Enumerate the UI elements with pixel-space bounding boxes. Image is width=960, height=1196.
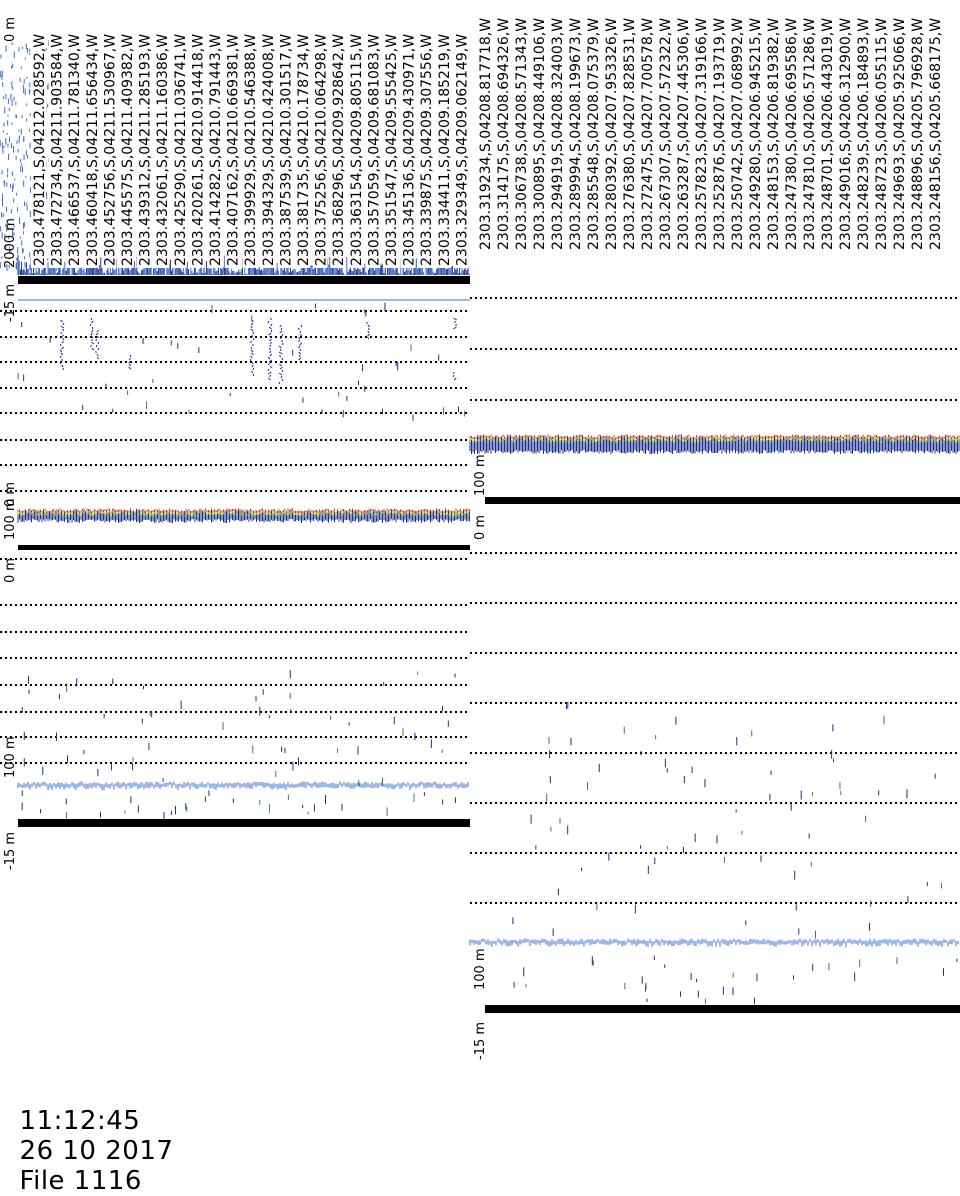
- gps-record: 2303.252876,S,04207.193719,W: [712, 18, 728, 250]
- gps-record: 2303.300895,S,04208.449106,W: [532, 18, 548, 250]
- gps-record: 2303.248239,S,04206.184893,W: [856, 18, 872, 250]
- bottom-trace: [470, 939, 958, 948]
- seabed-echo: [470, 435, 959, 454]
- depth-label: 100 m: [473, 948, 488, 990]
- gps-record: 2303.432061,S,04211.160386,W: [155, 34, 171, 266]
- gps-record: 2303.445575,S,04211.409382,W: [120, 34, 136, 266]
- water-column-targets: [514, 956, 957, 1005]
- depth-label: 100 m: [3, 498, 18, 540]
- depth-label: 0 m: [3, 17, 18, 42]
- depth-label: 0 m: [3, 558, 18, 583]
- depth-label: 2000 m: [3, 218, 18, 268]
- gps-record: 2303.439312,S,04211.285193,W: [138, 34, 154, 266]
- footer-file: File 1116: [20, 1166, 142, 1196]
- water-column-targets: [513, 702, 942, 939]
- depth-label: 100 m: [3, 736, 18, 778]
- gps-record: 2303.399929,S,04210.546388,W: [243, 34, 259, 266]
- gps-record: 2303.375256,S,04210.064298,W: [314, 34, 330, 266]
- gps-record: 2303.414282,S,04210.791443,W: [208, 34, 224, 266]
- gps-record: 2303.276380,S,04207.828531,W: [622, 18, 638, 250]
- gps-record: 2303.267307,S,04207.572322,W: [658, 18, 674, 250]
- gps-record: 2303.478121,S,04212.028592,W: [32, 34, 48, 266]
- bottom-trace: [18, 782, 468, 791]
- depth-label: 0 m: [473, 515, 488, 540]
- depth-label: -15 m: [3, 832, 18, 870]
- gps-record: 2303.460418,S,04211.656434,W: [85, 34, 101, 266]
- gps-record: 2303.257823,S,04207.319166,W: [694, 18, 710, 250]
- gps-record: 2303.249016,S,04206.312900,W: [838, 18, 854, 250]
- gps-record: 2303.363154,S,04209.805115,W: [349, 34, 365, 266]
- gps-record: 2303.394329,S,04210.424008,W: [261, 34, 277, 266]
- gps-record: 2303.248153,S,04206.819382,W: [766, 18, 782, 250]
- water-column-targets: [22, 790, 455, 820]
- footer-status: 11:12:45 26 10 2017 File 1116: [2, 1076, 189, 1196]
- gps-record: 2303.250742,S,04207.068992,W: [730, 18, 746, 250]
- water-column-targets: [22, 670, 455, 786]
- separator-bar: [18, 545, 470, 550]
- gps-record: 2303.345136,S,04209.430971,W: [402, 34, 418, 266]
- gps-record: 2303.280392,S,04207.953326,W: [604, 18, 620, 250]
- gps-record: 2303.368296,S,04209.928642,W: [331, 34, 347, 266]
- depth-label: -15 m: [3, 284, 18, 322]
- gps-record: 2303.249280,S,04206.945215,W: [748, 18, 764, 250]
- gas-plume-traces: [60, 318, 457, 384]
- gps-record: 2303.285548,S,04208.075379,W: [586, 18, 602, 250]
- gps-record: 2303.314175,S,04208.694326,W: [496, 18, 512, 250]
- gps-record: 2303.329349,S,04209.062149,W: [454, 34, 470, 266]
- gps-record: 2303.249693,S,04205.925066,W: [892, 18, 908, 250]
- gps-record: 2303.248723,S,04206.055115,W: [874, 18, 890, 250]
- seabed-echo: [18, 509, 470, 523]
- gps-record: 2303.351547,S,04209.555425,W: [384, 34, 400, 266]
- separator-bar: [485, 1005, 960, 1013]
- gps-record: 2303.339875,S,04209.307556,W: [419, 34, 435, 266]
- gps-record: 2303.272475,S,04207.700578,W: [640, 18, 656, 250]
- gps-record: 2303.357059,S,04209.681083,W: [366, 34, 382, 266]
- footer-date: 26 10 2017: [20, 1136, 174, 1166]
- depth-label: -15 m: [473, 1022, 488, 1060]
- gps-record: 2303.407162,S,04210.669381,W: [226, 34, 242, 266]
- gps-record: 2303.248896,S,04205.796928,W: [910, 18, 926, 250]
- gps-record: 2303.248156,S,04205.668175,W: [928, 18, 944, 250]
- gps-record: 2303.319234,S,04208.817718,W: [478, 18, 494, 250]
- gps-record: 2303.247380,S,04206.695586,W: [784, 18, 800, 250]
- gps-record: 2303.472734,S,04211.903584,W: [50, 34, 66, 266]
- gps-record: 2303.425290,S,04211.036741,W: [173, 34, 189, 266]
- gps-record: 2303.247810,S,04206.571286,W: [802, 18, 818, 250]
- gps-record: 2303.387539,S,04210.301517,W: [278, 34, 294, 266]
- gps-record: 2303.263287,S,04207.445306,W: [676, 18, 692, 250]
- gps-record: 2303.334411,S,04209.185219,W: [437, 34, 453, 266]
- gps-record: 2303.420261,S,04210.914418,W: [190, 34, 206, 266]
- gps-record: 2303.466537,S,04211.781340,W: [67, 34, 83, 266]
- gps-record: 2303.294919,S,04208.324003,W: [550, 18, 566, 250]
- gps-record: 2303.306738,S,04208.571343,W: [514, 18, 530, 250]
- gps-record: 2303.381735,S,04210.178734,W: [296, 34, 312, 266]
- separator-bar: [485, 497, 960, 504]
- gps-record: 2303.452756,S,04211.530967,W: [102, 34, 118, 266]
- footer-time: 11:12:45: [20, 1106, 141, 1136]
- separator-bar: [18, 819, 470, 827]
- gps-record: 2303.248701,S,04206.443019,W: [820, 18, 836, 250]
- separator-bar: [18, 276, 470, 284]
- gps-record: 2303.289994,S,04208.199673,W: [568, 18, 584, 250]
- depth-label: 100 m: [473, 454, 488, 496]
- echogram: 2303.478121,S,04212.028592,W2303.472734,…: [0, 0, 960, 1070]
